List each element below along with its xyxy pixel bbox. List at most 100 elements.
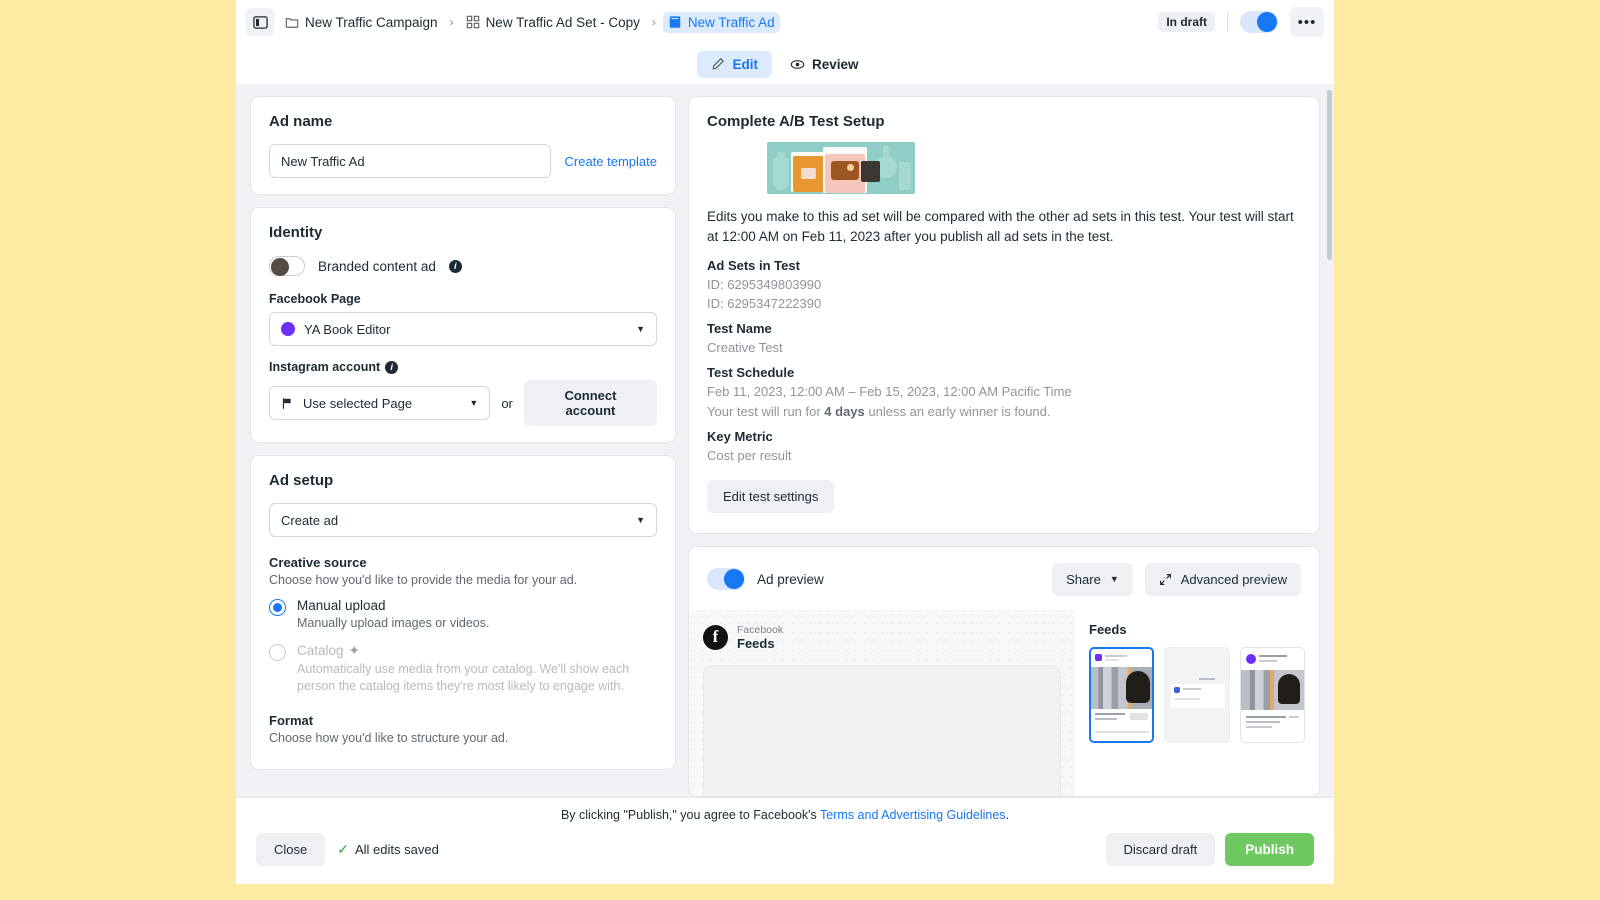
sparkle-icon: ✦ bbox=[348, 642, 360, 658]
instagram-account-value: Use selected Page bbox=[303, 395, 413, 411]
radio-catalog[interactable]: Catalog ✦ Automatically use media from y… bbox=[269, 643, 657, 695]
ad-setup-select[interactable]: Create ad ▼ bbox=[269, 503, 657, 537]
toggle-knob bbox=[1257, 12, 1277, 32]
marketplace-thumb[interactable] bbox=[1239, 646, 1305, 743]
ad-preview-toggle[interactable] bbox=[707, 568, 745, 591]
tab-edit[interactable]: Edit bbox=[697, 50, 772, 78]
left-column: Ad name Create template Identity Branded… bbox=[250, 96, 676, 797]
instagram-feed-thumb[interactable] bbox=[1164, 646, 1230, 743]
preview-platform-kicker: Facebook bbox=[737, 623, 784, 636]
info-icon[interactable]: i bbox=[385, 360, 399, 374]
tab-edit-label: Edit bbox=[732, 56, 758, 72]
page-avatar bbox=[281, 322, 295, 336]
breadcrumb-campaign[interactable]: New Traffic Campaign bbox=[280, 12, 443, 33]
publish-button[interactable]: Publish bbox=[1225, 833, 1314, 866]
tab-bar: Edit Review bbox=[236, 44, 1334, 84]
or-label: or bbox=[501, 395, 513, 411]
preview-ad-card bbox=[703, 664, 1061, 796]
toggle-knob bbox=[271, 258, 289, 276]
status-badge: In draft bbox=[1158, 12, 1215, 32]
ad-setup-title: Ad setup bbox=[269, 472, 334, 489]
ab-test-duration: Your test will run for 4 days unless an … bbox=[707, 403, 1301, 422]
chevron-down-icon: ▼ bbox=[469, 398, 479, 408]
sidebar-toggle-icon[interactable] bbox=[246, 8, 274, 36]
content-scrollbar[interactable] bbox=[1327, 84, 1332, 797]
ad-setup-card: Ad setup Create ad ▼ Creative source Cho… bbox=[250, 455, 676, 770]
advanced-preview-label: Advanced preview bbox=[1180, 571, 1287, 587]
share-button[interactable]: Share ▼ bbox=[1052, 562, 1133, 596]
share-label: Share bbox=[1066, 571, 1101, 587]
more-options-button[interactable]: ••• bbox=[1290, 7, 1324, 37]
creative-source-title: Creative source bbox=[269, 555, 367, 570]
chevron-right-icon-2: › bbox=[651, 15, 656, 29]
connect-account-button[interactable]: Connect account bbox=[523, 380, 657, 426]
chevron-right-icon: › bbox=[449, 15, 454, 29]
branded-content-toggle[interactable] bbox=[269, 256, 305, 276]
ad-name-input[interactable] bbox=[269, 144, 551, 178]
footer-bar: By clicking "Publish," you agree to Face… bbox=[236, 797, 1334, 884]
facebook-page-label-text: Facebook Page bbox=[269, 292, 361, 306]
ab-section-heading-2: Test Schedule bbox=[707, 365, 795, 381]
ab-section-line-0-1: ID: 6295347222390 bbox=[707, 296, 822, 312]
discard-draft-button[interactable]: Discard draft bbox=[1105, 833, 1216, 866]
identity-card: Identity Branded content ad i Facebook P… bbox=[250, 207, 676, 443]
info-icon[interactable]: i bbox=[448, 259, 462, 273]
expand-icon bbox=[1159, 573, 1171, 585]
content-area: Ad name Create template Identity Branded… bbox=[236, 84, 1334, 797]
facebook-page-select[interactable]: YA Book Editor ▼ bbox=[269, 312, 657, 346]
advanced-preview-button[interactable]: Advanced preview bbox=[1144, 562, 1301, 596]
branded-content-row: Branded content ad i bbox=[269, 256, 657, 276]
radio-catalog-label: Catalog bbox=[297, 643, 344, 659]
ab-section-line-2-0: Feb 11, 2023, 12:00 AM – Feb 15, 2023, 1… bbox=[707, 384, 1072, 400]
terms-suffix: . bbox=[1005, 808, 1010, 822]
create-template-link[interactable]: Create template bbox=[565, 154, 658, 169]
format-title: Format bbox=[269, 712, 314, 728]
sidebar-toggle-glyph bbox=[252, 15, 268, 29]
radio-manual-upload[interactable]: Manual upload Manually upload images or … bbox=[269, 598, 657, 632]
ab-test-setup-card: Complete A/B Test Setup Edits you make t… bbox=[688, 96, 1320, 534]
tab-review[interactable]: Review bbox=[776, 51, 873, 78]
preview-thumbs-title: Feeds bbox=[1089, 621, 1127, 637]
preview-platform-title: Feeds bbox=[737, 635, 775, 651]
facebook-logo-icon: f bbox=[703, 624, 728, 650]
radio-button[interactable] bbox=[269, 643, 286, 661]
breadcrumb-campaign-label: New Traffic Campaign bbox=[305, 14, 438, 30]
facebook-page-field: Facebook Page YA Book Editor ▼ bbox=[269, 292, 657, 346]
facebook-page-label: Facebook Page bbox=[269, 292, 657, 306]
ab-section-line-3-0: Cost per result bbox=[707, 447, 792, 463]
edit-test-settings-button[interactable]: Edit test settings bbox=[707, 479, 835, 513]
radio-manual-upload-label: Manual upload bbox=[297, 598, 386, 613]
radio-button[interactable] bbox=[269, 599, 286, 616]
instagram-account-select[interactable]: Use selected Page ▼ bbox=[269, 386, 491, 420]
tab-review-label: Review bbox=[811, 56, 859, 72]
breadcrumb-adset-label: New Traffic Ad Set - Copy bbox=[485, 14, 640, 30]
scrollbar-thumb[interactable] bbox=[1327, 90, 1332, 260]
duration-suffix: unless an early winner is found. bbox=[864, 403, 1051, 419]
ad-preview-card: Ad preview Share ▼ Advanced preview f Fa… bbox=[688, 545, 1320, 797]
terms-link[interactable]: Terms and Advertising Guidelines bbox=[820, 808, 1006, 822]
breadcrumb-adset[interactable]: New Traffic Ad Set - Copy bbox=[461, 12, 645, 33]
toggle-knob bbox=[724, 569, 744, 590]
ab-section-heading-0: Ad Sets in Test bbox=[707, 257, 800, 273]
breadcrumb-ad[interactable]: New Traffic Ad bbox=[662, 11, 780, 33]
ad-name-row: Create template bbox=[269, 144, 657, 178]
ab-test-title: Complete A/B Test Setup bbox=[707, 113, 885, 130]
flag-icon bbox=[282, 397, 291, 409]
branded-content-label: Branded content ad bbox=[318, 258, 436, 274]
ad-icon bbox=[669, 16, 681, 28]
duration-prefix: Your test will run for bbox=[707, 403, 825, 419]
terms-prefix: By clicking "Publish," you agree to Face… bbox=[560, 808, 821, 822]
ab-section-heading-3: Key Metric bbox=[707, 428, 773, 444]
ad-active-toggle[interactable] bbox=[1240, 11, 1278, 33]
ad-preview-stage: f Facebook Feeds bbox=[689, 610, 1075, 796]
instagram-account-field: Instagram account i Use selected Page ▼ bbox=[269, 360, 657, 426]
radio-catalog-row: Catalog ✦ bbox=[297, 643, 657, 659]
folder-icon bbox=[285, 18, 299, 28]
save-status-label: All edits saved bbox=[354, 842, 439, 857]
close-button[interactable]: Close bbox=[256, 833, 326, 866]
top-bar: New Traffic Campaign › New Traffic Ad Se… bbox=[236, 0, 1334, 44]
preview-thumbs-list bbox=[1089, 646, 1305, 743]
identity-title: Identity bbox=[269, 224, 323, 241]
ads-manager-window: New Traffic Campaign › New Traffic Ad Se… bbox=[236, 0, 1334, 884]
facebook-feed-thumb[interactable] bbox=[1089, 646, 1155, 743]
